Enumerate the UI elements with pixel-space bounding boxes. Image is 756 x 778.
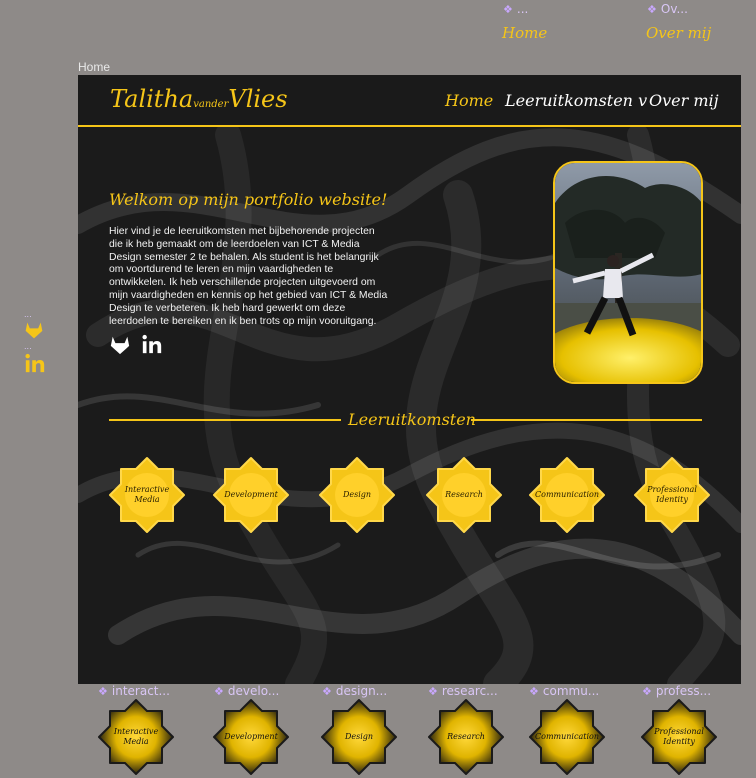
component-icon: ❖ (322, 685, 332, 698)
home-component-tag: ❖... (503, 2, 529, 16)
linkedin-component-tag: ... (24, 342, 32, 351)
navbar: TalithavanderVlies Home Leeruitkomsten v… (78, 75, 741, 127)
logo[interactable]: TalithavanderVlies (110, 85, 288, 113)
badge-development[interactable]: Development (212, 456, 290, 534)
component-tag: ❖ researc... (428, 684, 498, 698)
gitlab-icon[interactable] (24, 320, 44, 340)
badge-label: Communication (535, 732, 599, 741)
badge-label: Communication (535, 490, 599, 499)
component-icon: ❖ (214, 685, 224, 698)
component-icon: ❖ (647, 3, 657, 16)
linkedin-icon[interactable] (24, 352, 46, 374)
badge-component-professional-identity[interactable]: Professional Identity (640, 698, 718, 776)
badge-component-design[interactable]: Design (320, 698, 398, 776)
badge-interactive-media[interactable]: Interactive Media (108, 456, 186, 534)
section-divider-left (109, 419, 341, 421)
section-title: Leeruitkomsten (348, 410, 476, 429)
badge-component-interactive-media[interactable]: Interactive Media (97, 698, 175, 776)
component-icon: ❖ (428, 685, 438, 698)
component-icon: ❖ (642, 685, 652, 698)
badge-label: Interactive Media (124, 485, 170, 504)
badge-label: Research (445, 490, 483, 499)
badge-label: Design (344, 732, 374, 741)
badge-professional-identity[interactable]: Professional Identity (633, 456, 711, 534)
component-tag: ❖ interact... (98, 684, 170, 698)
badge-component-communication[interactable]: Communication (528, 698, 606, 776)
badge-label: Research (447, 732, 485, 741)
welcome-title: Welkom op mijn portfolio website! (109, 190, 388, 209)
section-divider-right (471, 419, 702, 421)
badge-component-research[interactable]: Research (427, 698, 505, 776)
badge-label: Professional Identity (654, 727, 704, 746)
linkedin-icon[interactable] (141, 333, 163, 355)
badge-label: Development (224, 732, 278, 741)
frame-label[interactable]: Home (78, 60, 110, 74)
badge-label: Design (342, 490, 372, 499)
home-page-frame: TalithavanderVlies Home Leeruitkomsten v… (78, 75, 741, 684)
gitlab-icon[interactable] (109, 334, 131, 356)
component-tag: ❖ commu... (529, 684, 600, 698)
badge-communication[interactable]: Communication (528, 456, 606, 534)
badge-research[interactable]: Research (425, 456, 503, 534)
about-component-tag: ❖ Ov... (647, 2, 688, 16)
gitlab-component-tag: ... (24, 310, 32, 319)
nav-leeruitkomsten-dropdown[interactable]: Leeruitkomsten v (505, 91, 647, 110)
component-tag: ❖ design... (322, 684, 388, 698)
component-icon: ❖ (529, 685, 539, 698)
intro-text: Hier vind je de leeruitkomsten met bijbe… (109, 226, 388, 327)
floating-about-link[interactable]: Over mij (646, 24, 711, 42)
badge-component-development[interactable]: Development (212, 698, 290, 776)
component-tag: ❖ profess... (642, 684, 712, 698)
component-icon: ❖ (503, 3, 513, 16)
nav-about[interactable]: Over mij (649, 91, 719, 110)
badge-design[interactable]: Design (318, 456, 396, 534)
nav-home[interactable]: Home (445, 91, 493, 110)
badge-label: Interactive Media (113, 727, 159, 746)
floating-home-link[interactable]: Home (502, 24, 547, 42)
component-tag: ❖ develo... (214, 684, 280, 698)
badge-label: Development (224, 490, 278, 499)
profile-photo (553, 161, 703, 384)
component-icon: ❖ (98, 685, 108, 698)
badge-label: Professional Identity (647, 485, 697, 504)
